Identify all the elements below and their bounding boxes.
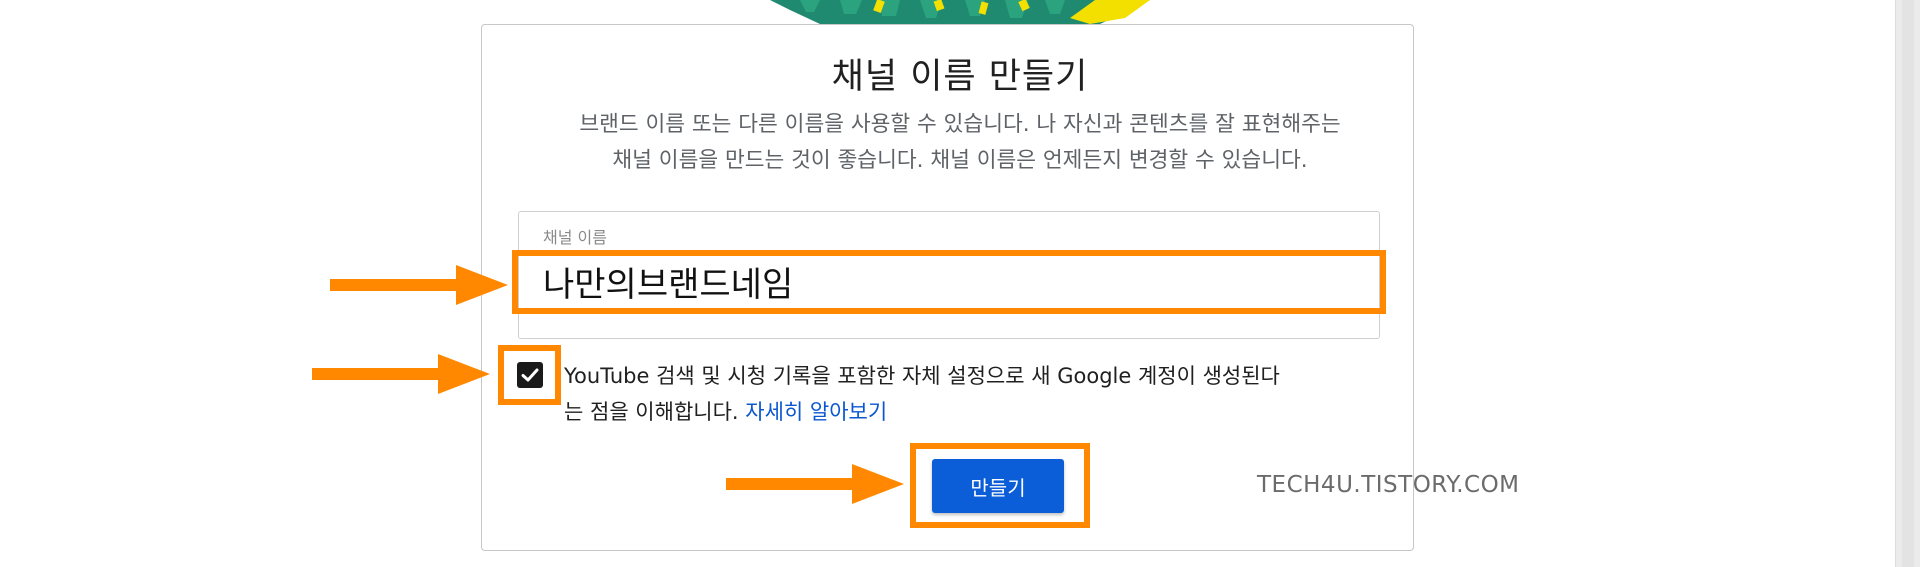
right-arrow-icon — [726, 464, 904, 504]
scrollbar-thumb[interactable] — [1902, 0, 1914, 567]
consent-line1: YouTube 검색 및 시청 기록을 포함한 자체 설정으로 새 Google… — [564, 364, 1280, 388]
right-arrow-icon — [312, 354, 490, 394]
dialog-description-line1: 브랜드 이름 또는 다른 이름을 사용할 수 있습니다. 나 자신과 콘텐츠를 … — [579, 112, 1341, 137]
channel-name-label: 채널 이름 — [543, 228, 607, 247]
dialog-title: 채널 이름 만들기 — [831, 57, 1089, 97]
right-arrow-icon — [330, 265, 508, 305]
consent-text: YouTube 검색 및 시청 기록을 포함한 자체 설정으로 새 Google… — [564, 358, 1280, 430]
vertical-scrollbar[interactable] — [1895, 0, 1920, 567]
checkbox-highlight — [498, 345, 561, 405]
channel-name-highlight — [512, 250, 1386, 314]
dialog-description-line2: 채널 이름을 만드는 것이 좋습니다. 채널 이름은 언제든지 변경할 수 있습… — [612, 148, 1308, 173]
channel-art-illustration — [770, 0, 1150, 24]
learn-more-link[interactable]: 자세히 알아보기 — [745, 400, 887, 424]
create-button-highlight — [910, 443, 1090, 528]
watermark: TECH4U.TISTORY.COM — [1257, 472, 1520, 498]
consent-line2: 는 점을 이해합니다. — [564, 400, 746, 424]
